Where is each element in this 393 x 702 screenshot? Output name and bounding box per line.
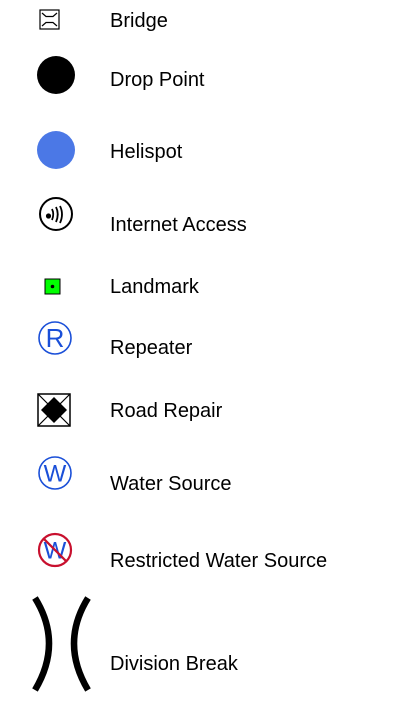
legend-row-repeater: R Repeater bbox=[0, 318, 393, 378]
legend-row-helispot: Helispot bbox=[0, 122, 393, 182]
drop-point-icon bbox=[20, 46, 90, 106]
legend-label-drop-point: Drop Point bbox=[110, 69, 205, 91]
legend-row-road-repair: Road Repair bbox=[0, 392, 393, 452]
legend-label-road-repair: Road Repair bbox=[110, 400, 223, 422]
r-circle-icon: R bbox=[20, 318, 90, 378]
legend-row-water-source: W Water Source bbox=[0, 454, 393, 514]
division-break-icon bbox=[20, 590, 91, 702]
legend-label-landmark: Landmark bbox=[110, 276, 199, 298]
legend-row-drop-point: Drop Point bbox=[0, 46, 393, 106]
legend-row-restricted-water-source: W Restricted Water Source bbox=[0, 531, 393, 591]
restricted-w-circle-icon: W bbox=[20, 531, 90, 591]
legend-label-restricted-water-source: Restricted Water Source bbox=[110, 550, 328, 572]
legend-label-internet-access: Internet Access bbox=[110, 214, 247, 236]
svg-text:R: R bbox=[46, 323, 65, 353]
legend-label-helispot: Helispot bbox=[110, 141, 183, 163]
legend-label-division-break: Division Break bbox=[110, 653, 238, 675]
w-circle-icon: W bbox=[20, 454, 90, 514]
helispot-icon bbox=[20, 122, 90, 182]
legend-row-division-break: Division Break bbox=[0, 590, 393, 702]
legend-label-repeater: Repeater bbox=[110, 337, 193, 359]
internet-access-icon bbox=[20, 195, 90, 255]
legend-row-internet-access: Internet Access bbox=[0, 195, 393, 255]
svg-text:W: W bbox=[44, 461, 67, 488]
road-repair-icon bbox=[20, 392, 90, 452]
legend-label-water-source: Water Source bbox=[110, 473, 232, 495]
legend-label-bridge: Bridge bbox=[110, 10, 168, 32]
